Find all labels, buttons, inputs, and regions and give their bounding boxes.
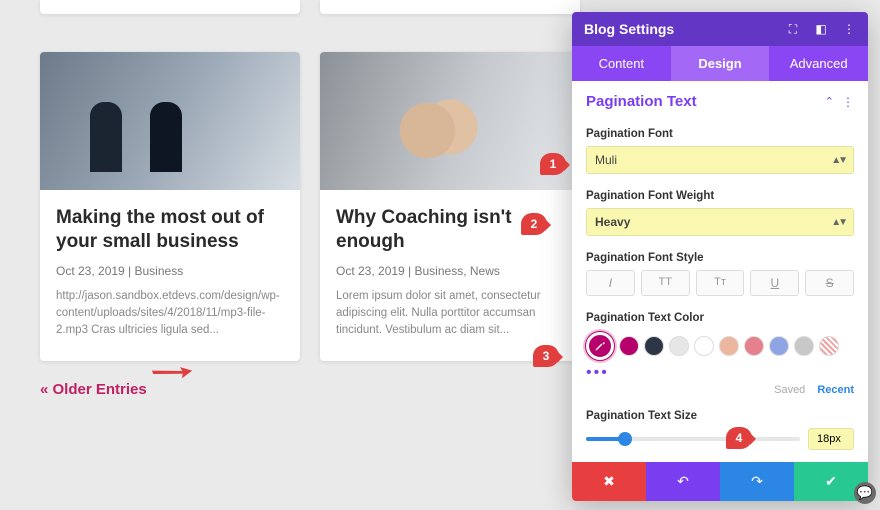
color-swatch[interactable] <box>744 336 764 356</box>
tab-advanced[interactable]: Advanced <box>769 46 868 81</box>
color-swatch[interactable] <box>644 336 664 356</box>
card-title[interactable]: Making the most out of your small busine… <box>56 206 284 254</box>
kebab-icon[interactable]: ⋮ <box>842 22 856 36</box>
card-stub <box>320 0 580 14</box>
style-uppercase[interactable]: TT <box>641 270 690 296</box>
style-strike[interactable]: S <box>805 270 854 296</box>
card-stub <box>40 0 300 14</box>
label-style: Pagination Font Style <box>572 244 868 270</box>
color-swatch[interactable] <box>669 336 689 356</box>
kebab-icon[interactable]: ⋮ <box>842 95 854 109</box>
tab-content[interactable]: Content <box>572 46 671 81</box>
help-icon[interactable]: 💬 <box>854 482 876 504</box>
panel-header: Blog Settings ⛶ ◧ ⋮ <box>572 12 868 46</box>
card-image <box>40 52 300 190</box>
tabs: Content Design Advanced <box>572 46 868 81</box>
color-swatch[interactable] <box>794 336 814 356</box>
card-excerpt: Lorem ipsum dolor sit amet, consectetur … <box>336 288 564 340</box>
color-swatch[interactable] <box>769 336 789 356</box>
layout-icon[interactable]: ◧ <box>814 22 828 36</box>
saved-tab[interactable]: Saved <box>774 384 805 396</box>
card-excerpt: http://jason.sandbox.etdevs.com/design/w… <box>56 288 284 340</box>
select-arrows-icon: ▲▼ <box>831 155 845 166</box>
card-meta: Oct 23, 2019 | Business <box>56 264 284 278</box>
style-underline[interactable]: U <box>750 270 799 296</box>
recent-tab[interactable]: Recent <box>817 384 854 396</box>
color-swatch-transparent[interactable] <box>819 336 839 356</box>
font-value: Muli <box>595 153 617 167</box>
label-color: Pagination Text Color <box>572 304 868 330</box>
older-entries-link[interactable]: « Older Entries <box>40 381 147 398</box>
annotation-badge: 4 <box>726 427 752 449</box>
style-smallcaps[interactable]: Tᴛ <box>696 270 745 296</box>
chevron-up-icon[interactable]: ⌃ <box>825 95 834 108</box>
color-picker-button[interactable] <box>586 332 614 360</box>
annotation-badge: 2 <box>521 213 547 235</box>
color-swatch[interactable] <box>719 336 739 356</box>
cancel-button[interactable]: ✖ <box>572 462 646 501</box>
label-weight: Pagination Font Weight <box>572 182 868 208</box>
font-select[interactable]: Muli ▲▼ <box>586 146 854 174</box>
annotation-badge: 3 <box>533 345 559 367</box>
size-input[interactable]: 18px <box>808 428 854 450</box>
section-title[interactable]: Pagination Text <box>586 93 697 110</box>
blog-card[interactable]: Why Coaching isn't enough Oct 23, 2019 |… <box>320 52 580 361</box>
undo-button[interactable]: ↶ <box>646 462 720 501</box>
color-swatch[interactable] <box>619 336 639 356</box>
label-size: Pagination Text Size <box>572 402 868 428</box>
label-font: Pagination Font <box>572 120 868 146</box>
color-swatch[interactable] <box>694 336 714 356</box>
annotation-badge: 1 <box>540 153 566 175</box>
tab-design[interactable]: Design <box>671 46 770 81</box>
select-arrows-icon: ▲▼ <box>831 217 845 228</box>
slider-thumb[interactable] <box>618 432 632 446</box>
blog-settings-panel: Blog Settings ⛶ ◧ ⋮ Content Design Advan… <box>572 12 868 501</box>
more-colors-icon[interactable]: ••• <box>586 364 854 382</box>
card-meta: Oct 23, 2019 | Business, News <box>336 264 564 278</box>
weight-select[interactable]: Heavy ▲▼ <box>586 208 854 236</box>
panel-title: Blog Settings <box>584 21 674 37</box>
weight-value: Heavy <box>595 215 630 229</box>
size-slider[interactable] <box>586 437 800 441</box>
blog-card[interactable]: Making the most out of your small busine… <box>40 52 300 361</box>
expand-icon[interactable]: ⛶ <box>786 22 800 36</box>
style-italic[interactable]: I <box>586 270 635 296</box>
redo-button[interactable]: ↷ <box>720 462 794 501</box>
